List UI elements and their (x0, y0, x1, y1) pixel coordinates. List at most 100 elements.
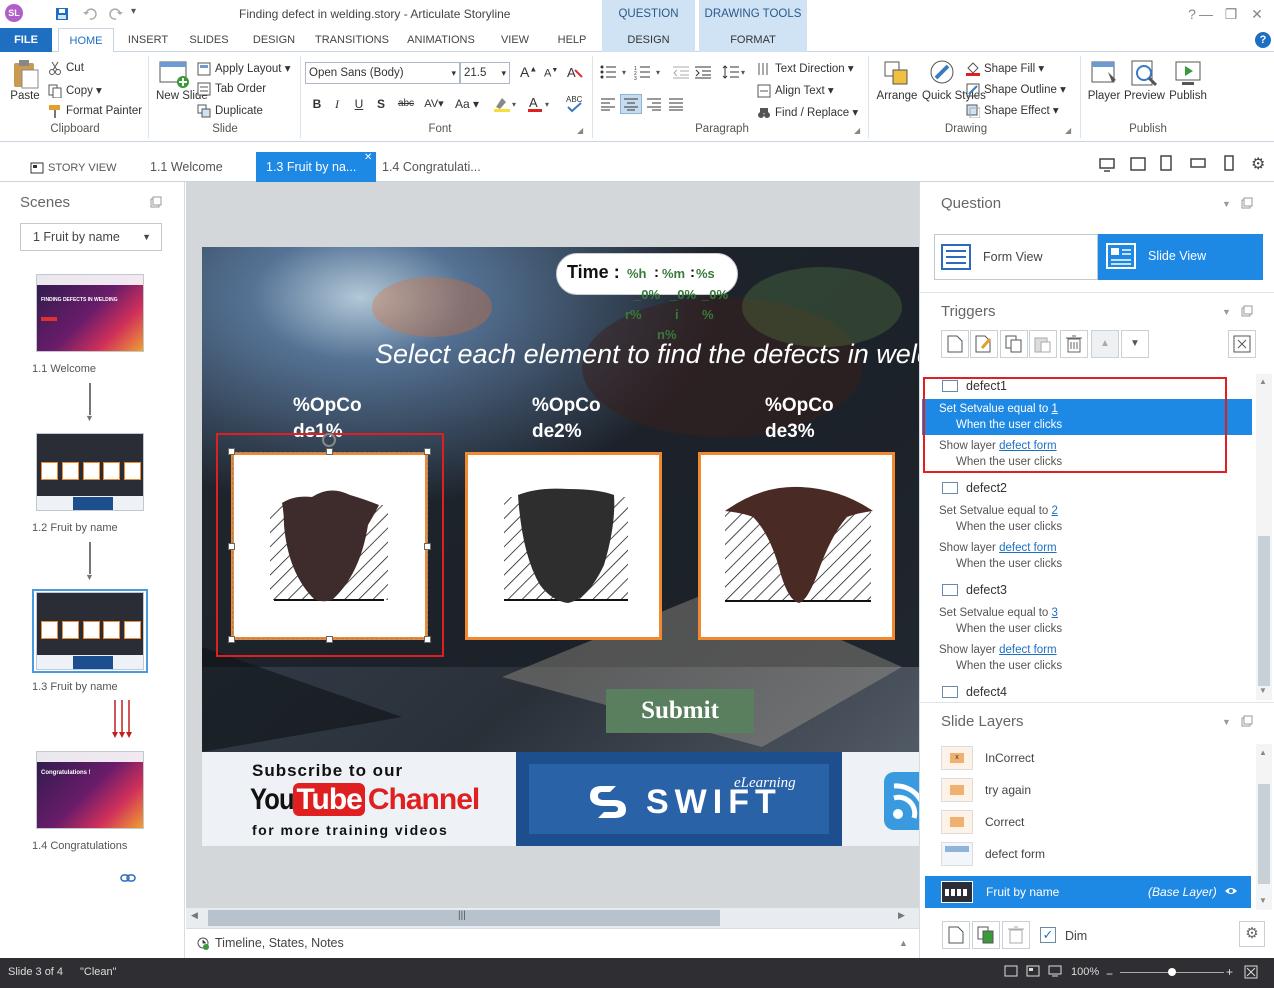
quick-styles-button[interactable]: Quick Styles (922, 58, 986, 102)
spell-check-icon[interactable]: ABC (565, 93, 585, 113)
tab-animations[interactable]: ANIMATIONS (400, 28, 482, 52)
resize-handle[interactable] (424, 543, 431, 550)
device-phone-portrait-icon[interactable] (1224, 155, 1234, 171)
customize-toolbar-icon[interactable]: ▾ (131, 6, 147, 22)
device-phone-landscape-icon[interactable] (1190, 158, 1206, 168)
tab-order-button[interactable]: Tab Order (197, 82, 266, 96)
device-tablet-portrait-icon[interactable] (1160, 155, 1172, 171)
italic-button[interactable]: I (328, 94, 346, 114)
shape-outline-button[interactable]: Shape Outline ▾ (966, 82, 1066, 97)
slide-thumbnail-3[interactable] (36, 592, 144, 670)
delete-trigger-button[interactable] (1060, 330, 1088, 358)
shape-effect-button[interactable]: Shape Effect ▾ (966, 103, 1059, 118)
tab-transitions[interactable]: TRANSITIONS (310, 28, 394, 52)
layer-item-correct[interactable]: Correct (985, 815, 1024, 829)
resize-handle[interactable] (326, 636, 333, 643)
slide-thumbnail-4[interactable]: Congratulations ! (36, 751, 144, 829)
new-layer-button[interactable] (942, 921, 970, 949)
resize-handle[interactable] (326, 448, 333, 455)
drawing-dialog-launcher-icon[interactable]: ◢ (1065, 126, 1071, 135)
submit-button[interactable]: Submit (606, 689, 754, 733)
tab-design[interactable]: DESIGN (246, 28, 302, 52)
defect-button-2[interactable] (465, 452, 662, 640)
text-direction-button[interactable]: Text Direction ▾ (757, 61, 854, 76)
move-up-button[interactable]: ▲ (1091, 330, 1119, 358)
tab-file[interactable]: FILE (0, 28, 52, 52)
arrange-button[interactable]: Arrange (874, 58, 920, 102)
layer-item-defect-form[interactable]: defect form (985, 847, 1045, 861)
new-slide-button[interactable]: New Slide (156, 58, 208, 103)
trigger-action-text[interactable]: Set Setvalue equal to 3 (939, 607, 1058, 619)
preview-button[interactable]: Preview (1124, 58, 1165, 102)
trigger-object-defect3[interactable]: defect3 (966, 583, 1007, 597)
line-spacing-icon[interactable]: ▾ (722, 64, 748, 80)
tab-help[interactable]: HELP (550, 28, 594, 52)
defect-button-3[interactable] (698, 452, 895, 640)
layer-item-try-again[interactable]: try again (985, 783, 1031, 797)
align-right-icon[interactable] (646, 97, 662, 111)
slide-thumbnail-1[interactable]: FINDING DEFECTS IN WELDING (36, 274, 144, 352)
align-text-button[interactable]: Align Text ▾ (757, 83, 834, 98)
device-desktop-icon[interactable] (1099, 158, 1115, 172)
tab-story-view[interactable]: STORY VIEW (20, 152, 140, 182)
delete-layer-button[interactable] (1002, 921, 1030, 949)
expand-timeline-icon[interactable]: ▲ (899, 938, 908, 948)
move-down-button[interactable]: ▼ (1121, 330, 1149, 358)
tab-slide-1-3[interactable]: 1.3 Fruit by na... (256, 152, 376, 182)
panel-undock-icon[interactable] (150, 196, 162, 208)
new-trigger-button[interactable] (941, 330, 969, 358)
player-button[interactable]: Player (1085, 58, 1123, 102)
fit-window-icon[interactable] (1244, 965, 1258, 979)
scroll-up-icon[interactable]: ▲ (1259, 748, 1267, 757)
resize-handle[interactable] (424, 448, 431, 455)
paragraph-dialog-launcher-icon[interactable]: ◢ (854, 126, 860, 135)
find-replace-button[interactable]: Find / Replace ▾ (757, 105, 858, 120)
grow-font-icon[interactable]: A▲ (520, 64, 537, 80)
panel-undock-icon[interactable] (1241, 715, 1253, 727)
trigger-object-defect2[interactable]: defect2 (966, 481, 1007, 495)
change-case-button[interactable]: Aa ▾ (451, 94, 483, 114)
trigger-action-text[interactable]: Set Setvalue equal to 2 (939, 505, 1058, 517)
decrease-indent-icon[interactable] (672, 65, 690, 79)
zoom-level[interactable]: 100% (1071, 966, 1099, 978)
clear-formatting-icon[interactable]: A (566, 64, 584, 82)
collapse-icon[interactable]: ▼ (1222, 199, 1231, 209)
format-painter-button[interactable]: Format Painter (48, 104, 142, 118)
device-tablet-landscape-icon[interactable] (1130, 157, 1146, 171)
bullets-icon[interactable]: ▾ (600, 64, 630, 80)
strikethrough-button[interactable]: abc (395, 94, 417, 114)
dim-checkbox[interactable]: ✓ (1040, 927, 1056, 943)
zoom-out-icon[interactable]: − (1106, 967, 1113, 981)
align-center-button[interactable] (620, 94, 642, 114)
save-icon[interactable] (54, 6, 70, 22)
trigger-object-defect4[interactable]: defect4 (966, 685, 1007, 699)
restore-icon[interactable]: ❐ (1222, 6, 1240, 22)
redo-icon[interactable] (108, 6, 124, 22)
highlight-color-icon[interactable]: ▾ (493, 95, 519, 113)
form-view-button[interactable]: Form View (934, 234, 1098, 280)
numbering-icon[interactable]: 1 2 3 ▾ (634, 64, 664, 80)
paste-button[interactable]: Paste (8, 58, 42, 102)
undo-icon[interactable] (82, 6, 98, 22)
shape-fill-button[interactable]: Shape Fill ▾ (966, 61, 1044, 76)
font-name-select[interactable]: Open Sans (Body) ▾ (305, 62, 460, 84)
layer-item-incorrect[interactable]: InCorrect (985, 751, 1034, 765)
collapse-icon[interactable]: ▼ (1222, 717, 1231, 727)
tab-slide-1-4[interactable]: 1.4 Congratulati... (372, 152, 492, 182)
tab-drawing-format[interactable]: FORMAT (699, 28, 807, 52)
help-icon[interactable]: ? (1255, 32, 1271, 48)
apply-layout-button[interactable]: Apply Layout ▾ (197, 61, 290, 76)
gear-icon[interactable]: ⚙ (1251, 154, 1265, 174)
zoom-slider-handle[interactable] (1168, 968, 1176, 976)
scroll-down-icon[interactable]: ▼ (1259, 686, 1267, 695)
copy-trigger-button[interactable] (1000, 330, 1028, 358)
scroll-up-icon[interactable]: ▲ (1259, 377, 1267, 386)
underline-button[interactable]: U (350, 94, 368, 114)
collapse-icon[interactable]: ▼ (1222, 307, 1231, 317)
resize-handle[interactable] (228, 448, 235, 455)
scroll-left-icon[interactable]: ◀ (191, 910, 198, 921)
shrink-font-icon[interactable]: A▼ (544, 67, 558, 80)
font-dialog-launcher-icon[interactable]: ◢ (577, 126, 583, 135)
tab-slides[interactable]: SLIDES (182, 28, 236, 52)
cut-button[interactable]: Cut (48, 61, 84, 75)
